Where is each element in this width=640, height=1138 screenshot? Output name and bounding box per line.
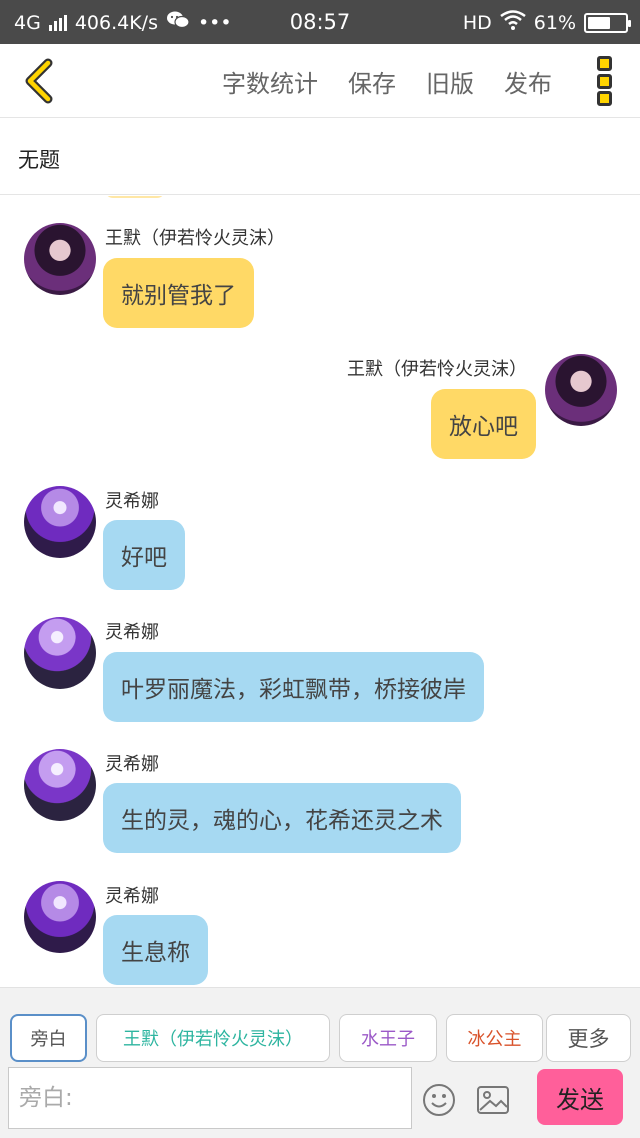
- hd-indicator: HD: [462, 11, 492, 34]
- battery-icon: [584, 12, 631, 33]
- more-characters-button[interactable]: 更多: [546, 1014, 631, 1062]
- message-bubble[interactable]: 生的灵，魂的心，花希还灵之术: [103, 783, 461, 853]
- message-row: 王默（伊若怜火灵沫） 就别管我了: [0, 196, 640, 336]
- message-row: 灵希娜 生息称: [0, 871, 640, 986]
- message-row: 灵希娜 生的灵，魂的心，花希还灵之术: [0, 739, 640, 859]
- character-chip-water-prince[interactable]: 水王子: [339, 1014, 437, 1062]
- more-vertical-dot: [596, 91, 612, 106]
- message-input[interactable]: [8, 1067, 412, 1129]
- message-row: 王默（伊若怜火灵沫） 放心吧: [0, 336, 640, 466]
- message-bubble[interactable]: 生息称: [103, 915, 208, 985]
- input-bar: 发送: [0, 1065, 640, 1138]
- more-vertical-icon: [596, 56, 612, 71]
- avatar[interactable]: [24, 223, 96, 295]
- chat-area[interactable]: 王默（伊若怜火灵沫） 就别管我了 王默（伊若怜火灵沫） 放心吧 灵希娜 好吧 灵…: [0, 196, 640, 986]
- character-selector: 旁白 王默（伊若怜火灵沫） 水王子 冰公主 更多: [0, 987, 640, 1065]
- sender-name: 灵希娜: [105, 491, 159, 512]
- message-bubble[interactable]: 就别管我了: [103, 258, 254, 328]
- avatar[interactable]: [24, 881, 96, 953]
- sender-name: 灵希娜: [105, 754, 159, 775]
- message-bubble[interactable]: 好吧: [103, 520, 185, 590]
- sender-name: 王默（伊若怜火灵沫）: [105, 228, 285, 249]
- wifi-icon: [500, 10, 526, 35]
- title-field[interactable]: 无题: [0, 119, 640, 195]
- more-vertical-dot: [596, 73, 612, 89]
- message-row: 灵希娜 叶罗丽魔法，彩虹飘带，桥接彼岸: [0, 607, 640, 727]
- avatar[interactable]: [24, 486, 96, 558]
- back-button[interactable]: [14, 54, 64, 108]
- character-chip-wangmo[interactable]: 王默（伊若怜火灵沫）: [96, 1014, 330, 1062]
- publish-button[interactable]: 发布: [504, 64, 552, 99]
- send-button[interactable]: 发送: [537, 1069, 623, 1125]
- battery-percent: 61%: [533, 11, 576, 34]
- avatar[interactable]: [545, 354, 617, 426]
- word-count-button[interactable]: 字数统计: [222, 64, 318, 99]
- battery-level: [588, 16, 610, 29]
- old-version-button[interactable]: 旧版: [426, 64, 474, 99]
- message-row: 灵希娜 好吧: [0, 476, 640, 596]
- sender-name: 王默（伊若怜火灵沫）: [347, 359, 527, 380]
- sender-name: 灵希娜: [105, 622, 159, 643]
- image-icon[interactable]: [476, 1083, 510, 1117]
- message-bubble[interactable]: 放心吧: [431, 389, 536, 459]
- smiley-icon[interactable]: [422, 1083, 456, 1117]
- more-menu-button[interactable]: [592, 54, 616, 108]
- message-bubble[interactable]: 叶罗丽魔法，彩虹飘带，桥接彼岸: [103, 652, 484, 722]
- character-chip-narrator[interactable]: 旁白: [10, 1014, 87, 1062]
- avatar[interactable]: [24, 617, 96, 689]
- status-bar: 4G 406.4K/s ••• 08:57 HD 61%: [0, 0, 640, 44]
- document-title: 无题: [18, 148, 60, 172]
- sender-name: 灵希娜: [105, 886, 159, 907]
- save-button[interactable]: 保存: [348, 64, 396, 99]
- editor-toolbar: 字数统计 保存 旧版 发布: [0, 44, 640, 118]
- character-chip-ice-princess[interactable]: 冰公主: [446, 1014, 543, 1062]
- chevron-left-icon: [25, 58, 53, 104]
- avatar[interactable]: [24, 749, 96, 821]
